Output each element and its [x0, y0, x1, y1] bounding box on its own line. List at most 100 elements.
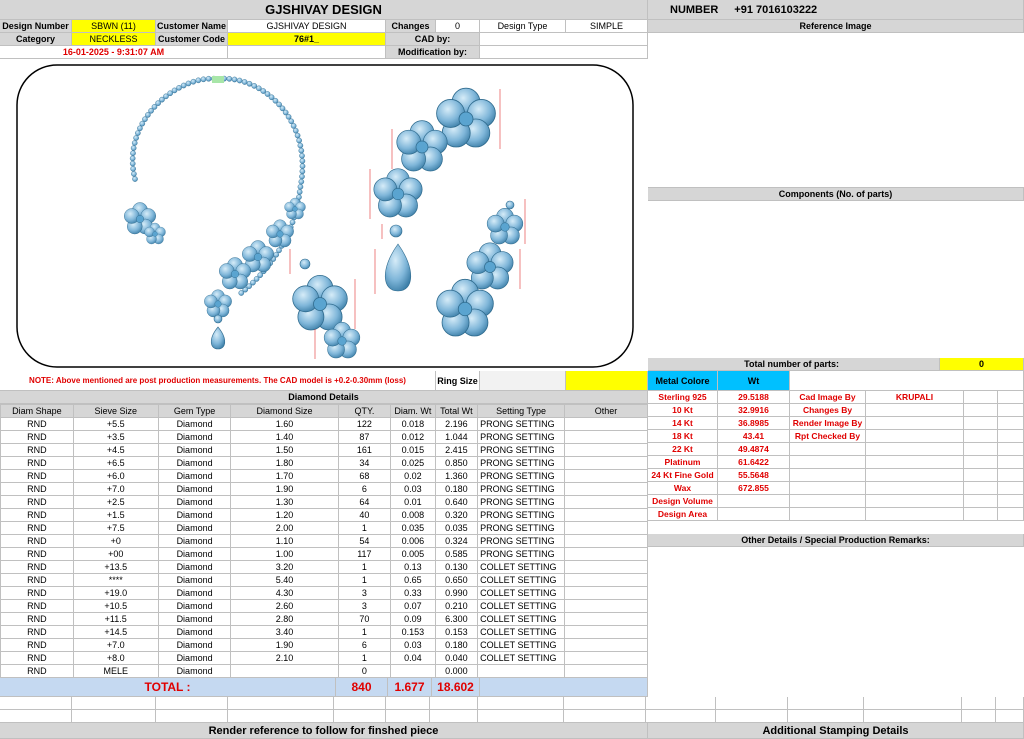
role-person[interactable] [866, 508, 964, 521]
table-cell[interactable]: +0 [72, 534, 159, 548]
table-cell[interactable]: 0.015 [390, 443, 436, 457]
role-label[interactable] [790, 495, 866, 508]
role-label[interactable]: Changes By [790, 404, 866, 417]
table-cell[interactable]: 0.180 [434, 638, 479, 652]
table-cell[interactable]: PRONG SETTING [477, 417, 566, 431]
table-cell[interactable]: 4.30 [230, 586, 339, 600]
cad-by-field[interactable] [480, 33, 648, 46]
table-cell[interactable]: 0 [337, 664, 392, 678]
table-cell[interactable]: 1 [337, 651, 392, 665]
metal-name[interactable]: 24 Kt Fine Gold [648, 469, 718, 482]
other-details-area[interactable] [648, 547, 1024, 697]
table-cell[interactable]: 0.035 [434, 521, 479, 535]
metal-weight[interactable]: 32.9916 [718, 404, 790, 417]
table-cell[interactable]: 0.07 [390, 599, 436, 613]
role-person[interactable] [866, 469, 964, 482]
table-cell[interactable]: 0.04 [390, 651, 436, 665]
table-cell[interactable]: PRONG SETTING [477, 534, 566, 548]
table-cell[interactable]: Diamond [157, 612, 232, 626]
table-cell[interactable] [564, 456, 648, 470]
table-cell[interactable]: Diamond [157, 469, 232, 483]
table-cell[interactable]: 0.585 [434, 547, 479, 561]
table-cell[interactable]: +3.5 [72, 430, 159, 444]
metal-name[interactable]: 14 Kt [648, 417, 718, 430]
table-cell[interactable]: RND [0, 638, 74, 652]
table-cell[interactable]: 68 [337, 469, 392, 483]
table-cell[interactable]: 0.130 [434, 560, 479, 574]
metal-name[interactable]: Platinum [648, 456, 718, 469]
table-cell[interactable] [564, 560, 648, 574]
table-cell[interactable]: 0.180 [434, 482, 479, 496]
table-cell[interactable]: 1.360 [434, 469, 479, 483]
metal-weight[interactable]: 29.5188 [718, 391, 790, 404]
metal-name[interactable]: Sterling 925 [648, 391, 718, 404]
table-cell[interactable]: 0.210 [434, 599, 479, 613]
role-label[interactable]: Rpt Checked By [790, 430, 866, 443]
table-cell[interactable]: RND [0, 482, 74, 496]
table-cell[interactable]: 1.70 [230, 469, 339, 483]
table-cell[interactable]: 2.00 [230, 521, 339, 535]
role-person[interactable] [866, 443, 964, 456]
table-cell[interactable] [390, 664, 436, 678]
table-cell[interactable]: COLLET SETTING [477, 599, 566, 613]
table-cell[interactable]: 1.40 [230, 430, 339, 444]
table-cell[interactable]: COLLET SETTING [477, 651, 566, 665]
table-cell[interactable]: PRONG SETTING [477, 443, 566, 457]
table-cell[interactable]: 0.153 [390, 625, 436, 639]
table-cell[interactable]: PRONG SETTING [477, 495, 566, 509]
table-cell[interactable]: 1.044 [434, 430, 479, 444]
table-cell[interactable]: 1.50 [230, 443, 339, 457]
modification-by-field[interactable] [480, 46, 648, 59]
metal-name[interactable]: 18 Kt [648, 430, 718, 443]
table-cell[interactable]: 0.640 [434, 495, 479, 509]
metal-name[interactable]: 10 Kt [648, 404, 718, 417]
table-cell[interactable]: RND [0, 664, 74, 678]
table-cell[interactable]: 0.153 [434, 625, 479, 639]
table-cell[interactable]: 0.03 [390, 482, 436, 496]
table-cell[interactable]: PRONG SETTING [477, 521, 566, 535]
table-cell[interactable]: Diamond [157, 625, 232, 639]
table-cell[interactable]: PRONG SETTING [477, 469, 566, 483]
table-cell[interactable]: Diamond [157, 430, 232, 444]
table-cell[interactable] [564, 664, 648, 678]
table-cell[interactable]: +4.5 [72, 443, 159, 457]
table-cell[interactable]: 117 [337, 547, 392, 561]
table-cell[interactable]: +8.0 [72, 651, 159, 665]
changes-field[interactable]: 0 [436, 20, 480, 33]
table-cell[interactable]: 1 [337, 560, 392, 574]
design-type-field[interactable]: SIMPLE [566, 20, 648, 33]
role-label[interactable] [790, 456, 866, 469]
table-cell[interactable]: RND [0, 599, 74, 613]
table-cell[interactable]: 0.035 [390, 521, 436, 535]
category-field[interactable]: NECKLESS [72, 33, 156, 46]
role-label[interactable]: Render Image By [790, 417, 866, 430]
table-cell[interactable]: 2.80 [230, 612, 339, 626]
table-cell[interactable]: RND [0, 469, 74, 483]
table-cell[interactable] [564, 651, 648, 665]
table-cell[interactable]: COLLET SETTING [477, 573, 566, 587]
table-cell[interactable]: PRONG SETTING [477, 482, 566, 496]
role-person[interactable] [866, 417, 964, 430]
table-cell[interactable]: +7.5 [72, 521, 159, 535]
role-label[interactable] [790, 443, 866, 456]
metal-name[interactable]: Design Volume [648, 495, 718, 508]
table-cell[interactable]: 70 [337, 612, 392, 626]
metal-weight[interactable] [718, 508, 790, 521]
table-cell[interactable]: PRONG SETTING [477, 456, 566, 470]
table-cell[interactable]: 0.09 [390, 612, 436, 626]
table-cell[interactable]: 1.80 [230, 456, 339, 470]
table-cell[interactable]: +13.5 [72, 560, 159, 574]
table-cell[interactable]: RND [0, 560, 74, 574]
table-cell[interactable]: RND [0, 521, 74, 535]
table-cell[interactable] [564, 599, 648, 613]
table-cell[interactable]: +7.0 [72, 638, 159, 652]
table-cell[interactable]: +6.5 [72, 456, 159, 470]
table-cell[interactable]: 2.10 [230, 651, 339, 665]
table-cell[interactable]: 1.00 [230, 547, 339, 561]
table-cell[interactable]: 2.415 [434, 443, 479, 457]
table-cell[interactable]: Diamond [157, 521, 232, 535]
table-cell[interactable]: 122 [337, 417, 392, 431]
role-person[interactable] [866, 482, 964, 495]
table-cell[interactable]: Diamond [157, 664, 232, 678]
table-cell[interactable]: +1.5 [72, 508, 159, 522]
